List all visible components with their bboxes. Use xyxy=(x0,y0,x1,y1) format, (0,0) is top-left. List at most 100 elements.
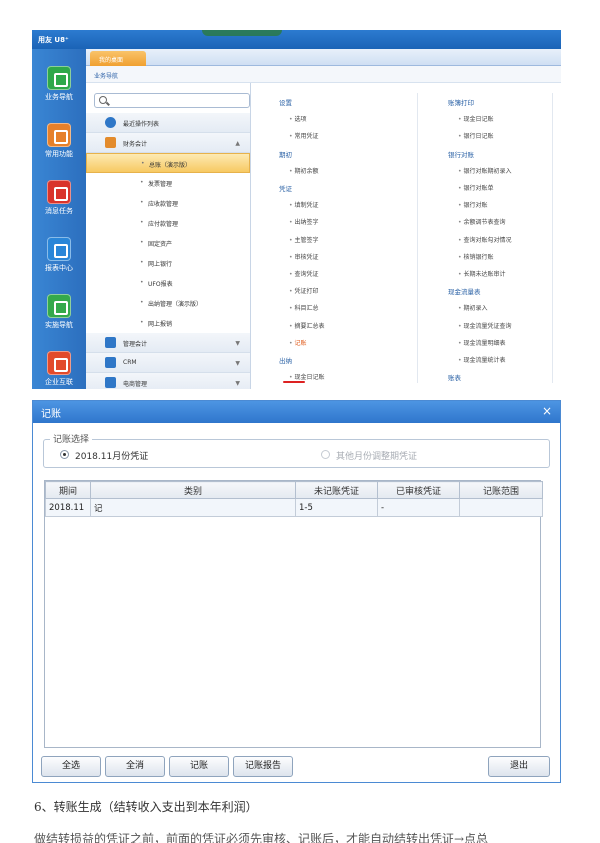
sidebar-group[interactable]: 管理会计 ▼ xyxy=(86,333,250,353)
menu-link[interactable]: 查询对账勾对情况 xyxy=(458,235,511,244)
chevron-down-icon[interactable]: ▼ xyxy=(235,360,240,367)
exit-button[interactable]: 退出 xyxy=(488,756,550,777)
menu-link[interactable]: 选项 xyxy=(289,114,306,123)
menu-link[interactable]: 填制凭证 xyxy=(289,200,318,209)
sidebar-item[interactable]: UFO报表 xyxy=(86,273,250,293)
nav-item[interactable]: 业务导航 xyxy=(32,57,86,112)
sidebar-group[interactable]: 财务会计 ▲ xyxy=(86,133,250,153)
sidebar-item-label: UFO报表 xyxy=(148,281,173,288)
breadcrumb: 业务导航 xyxy=(86,66,561,83)
menu-link[interactable]: 出纳签字 xyxy=(289,217,318,226)
nav-item[interactable]: 报表中心 xyxy=(32,228,86,283)
nav-item-label: 报表中心 xyxy=(45,264,73,272)
menu-link[interactable]: 期初录入 xyxy=(458,303,487,312)
sidebar-item-label: 电商管理 xyxy=(123,381,148,388)
management-icon xyxy=(105,337,116,348)
clear-all-button[interactable]: 全消 xyxy=(105,756,165,777)
menu-link[interactable]: 凭证打印 xyxy=(289,286,318,295)
sidebar-item-label: 总账（演示版） xyxy=(149,162,192,169)
menu-link[interactable]: 常用凭证 xyxy=(289,131,318,140)
menu-section-heading: 期初 xyxy=(279,150,292,159)
column-header[interactable]: 记账范围 xyxy=(459,481,543,499)
nav-item[interactable]: 消息任务 xyxy=(32,171,86,226)
table-cell[interactable]: 1-5 xyxy=(295,498,378,517)
sidebar-group[interactable]: CRM ▼ xyxy=(86,353,250,373)
cart-icon xyxy=(105,377,116,388)
menu-link[interactable]: 现金流量凭证查询 xyxy=(458,321,511,330)
column-header[interactable]: 类别 xyxy=(90,481,296,499)
sidebar-item[interactable]: 固定资产 xyxy=(86,233,250,253)
close-icon[interactable]: × xyxy=(542,404,552,418)
sidebar-item[interactable]: 网上银行 xyxy=(86,253,250,273)
column-header[interactable]: 期间 xyxy=(45,481,91,499)
menu-link[interactable]: 现金流量明细表 xyxy=(458,338,505,347)
menu-link[interactable]: 核销银行账 xyxy=(458,252,493,261)
table-cell[interactable]: - xyxy=(377,498,460,517)
menu-link[interactable]: 期初余额 xyxy=(289,166,318,175)
column-divider xyxy=(552,93,553,383)
sidebar-item[interactable]: 应付款管理 xyxy=(86,213,250,233)
menu-link[interactable]: 记账 xyxy=(289,338,306,347)
clock-icon xyxy=(105,117,116,128)
table-cell[interactable] xyxy=(459,498,543,517)
menu-link[interactable]: 主管签字 xyxy=(289,235,318,244)
left-nav: 业务导航 常用功能 消息任务报表中心实施导航企业互联 xyxy=(32,49,86,389)
sidebar-item[interactable]: 总账（演示版） xyxy=(86,153,250,173)
nav-item[interactable]: 常用功能 xyxy=(32,114,86,169)
sidebar-item[interactable]: 出纳管理（演示版） xyxy=(86,293,250,313)
menu-section-heading: 出纳 xyxy=(279,357,292,365)
menu-link[interactable]: 银行日记账 xyxy=(458,131,493,140)
sidebar-group[interactable]: 电商管理 ▼ xyxy=(86,373,250,389)
menu-section-heading: 银行对账 xyxy=(448,150,474,159)
menu-link[interactable]: 银行对账期初录入 xyxy=(458,166,511,175)
column-header[interactable]: 已审核凭证 xyxy=(377,481,460,499)
tab-bar: 我的桌面 xyxy=(86,49,561,66)
radio-current-month[interactable] xyxy=(60,450,69,459)
menu-link[interactable]: 现金日记账 xyxy=(289,372,324,381)
menu-link[interactable]: 科目汇总 xyxy=(289,303,318,312)
table-row[interactable]: 2018.11 记 1-5- xyxy=(45,498,543,517)
sidebar-item[interactable]: 发票管理 xyxy=(86,173,250,193)
menu-section-heading: 凭证 xyxy=(279,185,292,193)
report-button[interactable]: 记账报告 xyxy=(233,756,293,777)
report-icon xyxy=(47,237,71,261)
sidebar-item-label: 最近操作列表 xyxy=(123,121,160,128)
app-logo: 用友 U8⁺ xyxy=(38,36,69,44)
search-input[interactable] xyxy=(94,93,250,108)
sidebar-group[interactable]: 最近操作列表 xyxy=(86,113,250,133)
menu-link[interactable]: 现金流量统计表 xyxy=(458,355,505,364)
menu-link[interactable]: 余额调节表查询 xyxy=(458,217,505,226)
nav-item[interactable]: 企业互联 xyxy=(32,342,86,389)
function-menu: 设置选项常用凭证期初期初余额凭证填制凭证出纳签字主管签字审核凭证查询凭证凭证打印… xyxy=(252,83,561,389)
menu-link[interactable]: 摘要汇总表 xyxy=(289,321,324,330)
table-cell[interactable]: 记 xyxy=(90,498,296,517)
sidebar-item-label: 固定资产 xyxy=(148,241,173,248)
sidebar-item[interactable]: 网上报销 xyxy=(86,313,250,333)
menu-section-heading: 设置 xyxy=(279,99,292,107)
menu-section-heading: 现金流量表 xyxy=(448,288,481,297)
nav-item[interactable]: 实施导航 xyxy=(32,285,86,340)
nav-item-label: 实施导航 xyxy=(45,321,73,329)
radio-current-month-label: 2018.11月份凭证 xyxy=(75,452,149,462)
column-divider xyxy=(417,93,418,383)
column-header[interactable]: 未记账凭证 xyxy=(295,481,378,499)
select-all-button[interactable]: 全选 xyxy=(41,756,101,777)
menu-link[interactable]: 现金日记账 xyxy=(458,114,493,123)
menu-link[interactable]: 查询凭证 xyxy=(289,269,318,278)
sidebar-item[interactable]: 应收款管理 xyxy=(86,193,250,213)
chevron-down-icon[interactable]: ▼ xyxy=(235,340,240,347)
menu-link[interactable]: 银行对账 xyxy=(458,200,487,209)
chevron-up-icon[interactable]: ▲ xyxy=(235,140,240,147)
menu-link[interactable]: 银行对账单 xyxy=(458,183,493,192)
sidebar-item-label: 网上银行 xyxy=(148,261,173,268)
business-nav-icon xyxy=(47,66,71,90)
chevron-down-icon[interactable]: ▼ xyxy=(235,380,240,387)
radio-other-period[interactable] xyxy=(321,450,330,459)
tab-my-desktop[interactable]: 我的桌面 xyxy=(90,51,146,66)
sidebar-item-label: CRM xyxy=(123,359,137,366)
table-cell[interactable]: 2018.11 xyxy=(45,498,91,517)
menu-link[interactable]: 长期未达账审计 xyxy=(458,269,505,278)
post-button[interactable]: 记账 xyxy=(169,756,229,777)
menu-link[interactable]: 审核凭证 xyxy=(289,252,318,261)
star-icon xyxy=(47,123,71,147)
